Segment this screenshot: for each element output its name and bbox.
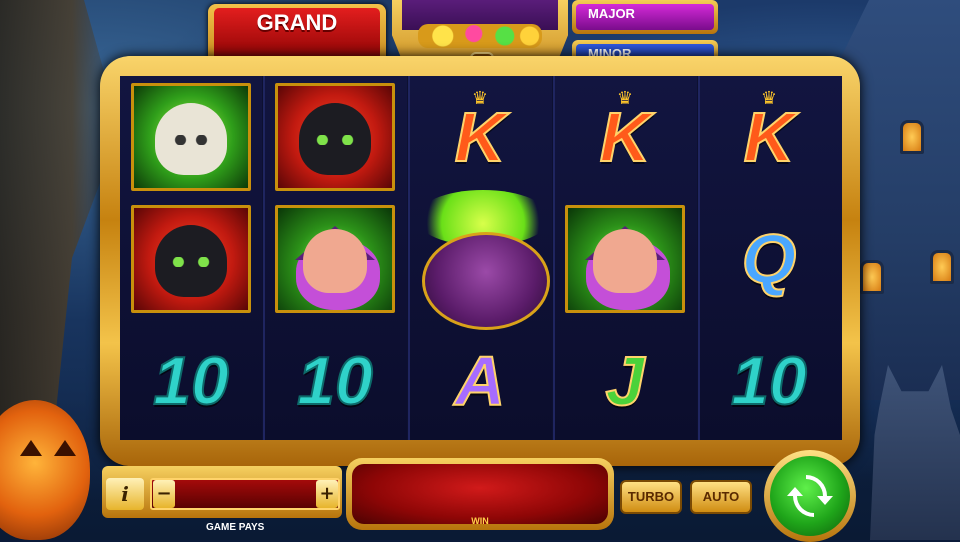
pumpkin-eye — [54, 440, 76, 456]
pumpkin-eye — [20, 440, 42, 456]
turbo-button[interactable]: TURBO — [620, 480, 682, 514]
owl-icon — [155, 103, 227, 176]
crown-icon: ♛ — [471, 88, 489, 109]
witch-tile — [565, 205, 685, 313]
symbol-q: Q — [741, 220, 797, 298]
symbol-cat — [273, 82, 397, 192]
house-window — [860, 260, 884, 294]
auto-button[interactable]: AUTO — [690, 480, 752, 514]
refresh-arrows-icon — [787, 475, 833, 517]
background-cat — [870, 365, 960, 540]
symbol-queen: Q — [707, 204, 831, 314]
symbol-owl — [129, 82, 253, 192]
grand-jackpot-label: GRAND — [256, 10, 338, 35]
symbol-jack: J — [563, 326, 687, 436]
symbol-10: 10 — [152, 343, 230, 419]
cat-eyes — [314, 134, 356, 145]
symbol-witch — [273, 204, 397, 314]
witch-tile — [275, 205, 395, 313]
black-cat-icon — [299, 103, 371, 176]
symbol-cat — [129, 204, 253, 314]
witch-icon — [303, 229, 367, 294]
symbol-cauldron — [412, 186, 554, 336]
symbol-ace: A — [418, 326, 542, 436]
major-jackpot-plate: MAJOR — [572, 0, 718, 34]
symbol-ten: 10 — [273, 326, 397, 436]
chest-gems — [418, 24, 542, 48]
symbol-ten: 10 — [707, 326, 831, 436]
house-window — [900, 120, 924, 154]
owl-tile — [131, 83, 251, 191]
bet-increase-button[interactable]: + — [316, 480, 338, 508]
symbol-k: K — [599, 98, 652, 176]
symbol-k: K — [454, 98, 507, 176]
crown-icon: ♛ — [616, 88, 634, 109]
win-label: WIN — [471, 516, 489, 526]
black-cat-icon — [155, 225, 227, 298]
bet-display — [150, 478, 340, 510]
win-display: WIN — [352, 464, 608, 526]
witch-icon — [593, 229, 657, 294]
cat-tile — [275, 83, 395, 191]
cauldron-icon — [422, 232, 550, 330]
spin-button[interactable] — [770, 456, 850, 536]
owl-eyes — [170, 134, 212, 145]
cat-tile — [131, 205, 251, 313]
symbol-a: A — [454, 342, 507, 420]
symbol-k: K — [743, 98, 796, 176]
crown-icon: ♛ — [760, 88, 778, 109]
game-pays-label: GAME PAYS — [206, 522, 265, 533]
symbol-king: ♛ K — [563, 82, 687, 192]
bet-decrease-button[interactable]: − — [153, 480, 175, 508]
symbol-j: J — [605, 342, 646, 420]
symbol-10: 10 — [730, 343, 808, 419]
symbol-ten: 10 — [129, 326, 253, 436]
info-button[interactable]: i — [106, 478, 144, 510]
symbol-king: ♛ K — [707, 82, 831, 192]
house-window — [930, 250, 954, 284]
symbol-10: 10 — [296, 343, 374, 419]
symbol-king: ♛ K — [418, 82, 542, 192]
symbol-witch — [563, 204, 687, 314]
cat-eyes — [170, 256, 212, 267]
major-jackpot-label: MAJOR — [588, 6, 635, 21]
